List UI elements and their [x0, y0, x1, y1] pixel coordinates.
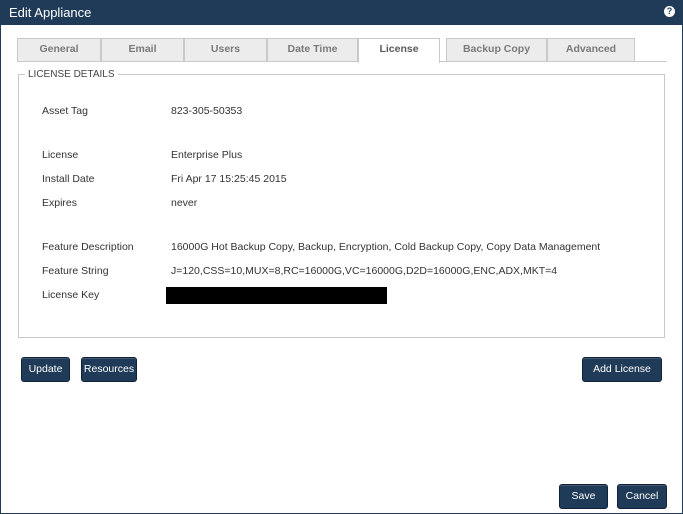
tab-users[interactable]: Users — [184, 38, 267, 61]
tab-general[interactable]: General — [17, 38, 101, 61]
cancel-button[interactable]: Cancel — [617, 484, 667, 509]
edit-appliance-dialog: Edit Appliance ? General Email Users Dat… — [0, 0, 683, 514]
save-button[interactable]: Save — [559, 484, 608, 509]
license-key-redacted — [166, 287, 387, 304]
tab-license[interactable]: License — [358, 38, 440, 63]
install-date-value: Fri Apr 17 15:25:45 2015 — [171, 173, 287, 185]
tab-backup-copy[interactable]: Backup Copy — [446, 38, 547, 61]
update-button[interactable]: Update — [21, 357, 70, 382]
install-date-label: Install Date — [42, 173, 95, 185]
tab-email[interactable]: Email — [101, 38, 184, 61]
tabs-divider — [17, 61, 667, 62]
license-key-label: License Key — [42, 289, 100, 301]
help-icon[interactable]: ? — [664, 6, 675, 17]
tab-advanced[interactable]: Advanced — [547, 38, 635, 61]
dialog-titlebar: Edit Appliance ? — [1, 1, 682, 25]
license-label: License — [42, 149, 79, 161]
feature-string-value: J=120,CSS=10,MUX=8,RC=16000G,VC=16000G,D… — [171, 265, 558, 277]
feature-string-label: Feature String — [42, 265, 109, 277]
asset-tag-label: Asset Tag — [42, 105, 88, 117]
add-license-info-button[interactable]: Add License Info — [582, 357, 662, 398]
license-value: Enterprise Plus — [171, 149, 243, 161]
tab-date-time[interactable]: Date Time — [267, 38, 358, 61]
dialog-title: Edit Appliance — [9, 5, 92, 20]
license-details-legend: LICENSE DETAILS — [28, 69, 115, 80]
expires-value: never — [171, 197, 198, 209]
asset-tag-value: 823-305-50353 — [171, 105, 243, 117]
resources-button[interactable]: Resources — [81, 357, 137, 382]
feature-description-value: 16000G Hot Backup Copy, Backup, Encrypti… — [171, 241, 601, 253]
feature-description-label: Feature Description — [42, 241, 134, 253]
expires-label: Expires — [42, 197, 78, 209]
